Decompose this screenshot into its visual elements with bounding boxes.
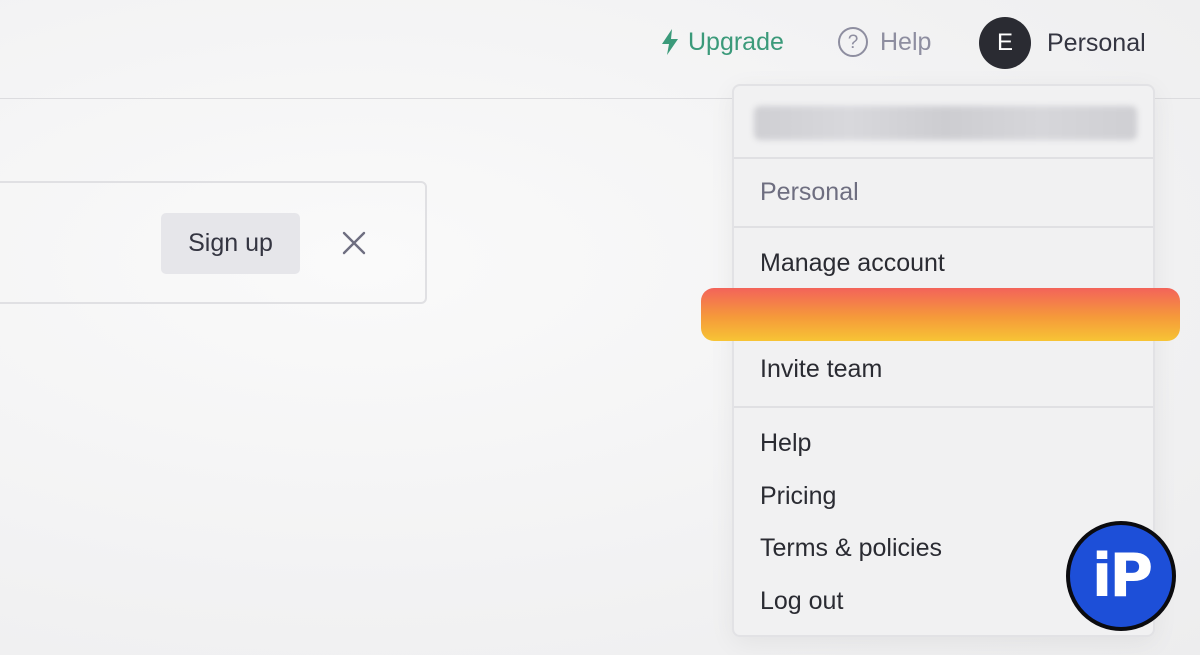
help-link[interactable]: ? Help [838,22,931,62]
menu-item-invite-team[interactable]: Invite team [760,355,882,384]
menu-item-pricing[interactable]: Pricing [760,482,836,511]
watermark-logo: iP [1066,521,1176,631]
menu-item-log-out[interactable]: Log out [760,587,843,616]
menu-item-help[interactable]: Help [760,429,811,458]
avatar: E [979,17,1031,69]
menu-item-manage-account[interactable]: Manage account [760,249,945,278]
upgrade-link[interactable]: Upgrade [660,22,784,62]
menu-section-personal: Personal [760,178,859,206]
menu-item-view-api-keys[interactable]: View API keys [760,302,918,331]
signup-button[interactable]: Sign up [161,213,300,274]
account-menu-toggle[interactable]: E Personal [979,17,1146,69]
upgrade-label: Upgrade [688,27,784,56]
menu-divider [734,226,1153,228]
redacted-email [754,106,1137,140]
account-label: Personal [1047,28,1146,57]
menu-divider [734,406,1153,408]
close-icon[interactable] [336,225,372,261]
help-label: Help [880,27,932,56]
lightning-bolt-icon [662,29,678,55]
menu-divider [734,157,1153,159]
menu-item-terms-policies[interactable]: Terms & policies [760,534,942,563]
question-circle-icon: ? [838,27,868,57]
